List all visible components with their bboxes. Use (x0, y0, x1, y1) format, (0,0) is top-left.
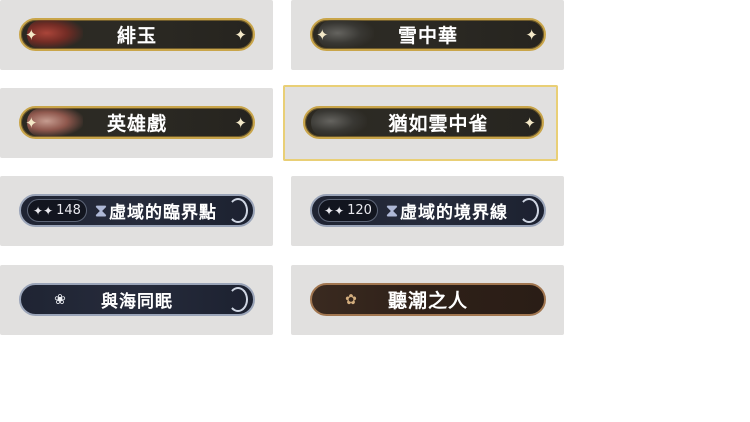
badge-value: 148 (56, 203, 81, 218)
swirl-icon (228, 287, 248, 312)
title-label: 虛域的臨界點 (109, 203, 217, 223)
title-card-yingxiongxi[interactable]: ✦ 英雄戲 ✦ (0, 88, 273, 158)
title-label: 英雄戲 (106, 113, 167, 135)
character-portrait (311, 108, 367, 137)
sparkle-icon: ✦ (25, 26, 38, 44)
badge-value: 120 (347, 203, 372, 218)
title-plate: ✦✦ 148 ⧗ 虛域的臨界點 (19, 194, 255, 227)
title-plate: ✦ 雪中華 ✦ (310, 18, 546, 51)
title-grid: ✦ 緋玉 ✦ ✦ 雪中華 ✦ ✦ 英雄戲 ✦ 猶如雲中雀 ✦ ✦✦ 148 ⧗ … (0, 0, 566, 336)
sparkle-icon: ✦ (234, 114, 247, 132)
sparkle-icon: ✦✦ (324, 203, 345, 218)
sparkle-icon: ✦✦ (33, 203, 54, 218)
title-label: 與海同眠 (101, 292, 173, 312)
title-card-xuyu-jingjiexian[interactable]: ✦✦ 120 ⧗ 虛域的境界線 (291, 176, 564, 246)
hourglass-icon: ⧗ (386, 201, 398, 221)
sparkle-icon: ✦ (316, 26, 329, 44)
title-card-xuezhonghua[interactable]: ✦ 雪中華 ✦ (291, 0, 564, 70)
swirl-icon (519, 198, 539, 223)
level-badge: ✦✦ 120 (318, 199, 378, 222)
title-label: 緋玉 (116, 25, 157, 47)
title-plate: ✦✦ 120 ⧗ 虛域的境界線 (310, 194, 546, 227)
level-badge: ✦✦ 148 (27, 199, 87, 222)
title-card-yuhaitongmian[interactable]: ❀ 與海同眠 (0, 265, 273, 335)
sparkle-icon: ✦ (234, 26, 247, 44)
title-plate: ✦ 緋玉 ✦ (19, 18, 255, 51)
title-card-tingchaozhiren[interactable]: ✿ 聽潮之人 (291, 265, 564, 335)
title-label: 聽潮之人 (387, 290, 468, 312)
title-plate: ✿ 聽潮之人 (310, 283, 546, 316)
title-plate: ✦ 英雄戲 ✦ (19, 106, 255, 139)
fish-emblem-icon: ❀ (54, 292, 66, 308)
swirl-icon (228, 198, 248, 223)
title-card-yourujunzhongque-selected[interactable]: 猶如雲中雀 ✦ (283, 85, 558, 161)
title-label: 虛域的境界線 (400, 203, 508, 223)
title-card-xuyu-linjiedian[interactable]: ✦✦ 148 ⧗ 虛域的臨界點 (0, 176, 273, 246)
sparkle-icon: ✦ (525, 26, 538, 44)
sparkle-icon: ✦ (523, 114, 536, 132)
title-label: 猶如雲中雀 (388, 113, 489, 135)
title-plate: 猶如雲中雀 ✦ (303, 106, 544, 139)
title-label: 雪中華 (397, 25, 458, 47)
shell-emblem-icon: ✿ (345, 292, 357, 308)
hourglass-icon: ⧗ (95, 201, 107, 221)
title-card-feiyu[interactable]: ✦ 緋玉 ✦ (0, 0, 273, 70)
title-plate: ❀ 與海同眠 (19, 283, 255, 316)
sparkle-icon: ✦ (25, 114, 38, 132)
